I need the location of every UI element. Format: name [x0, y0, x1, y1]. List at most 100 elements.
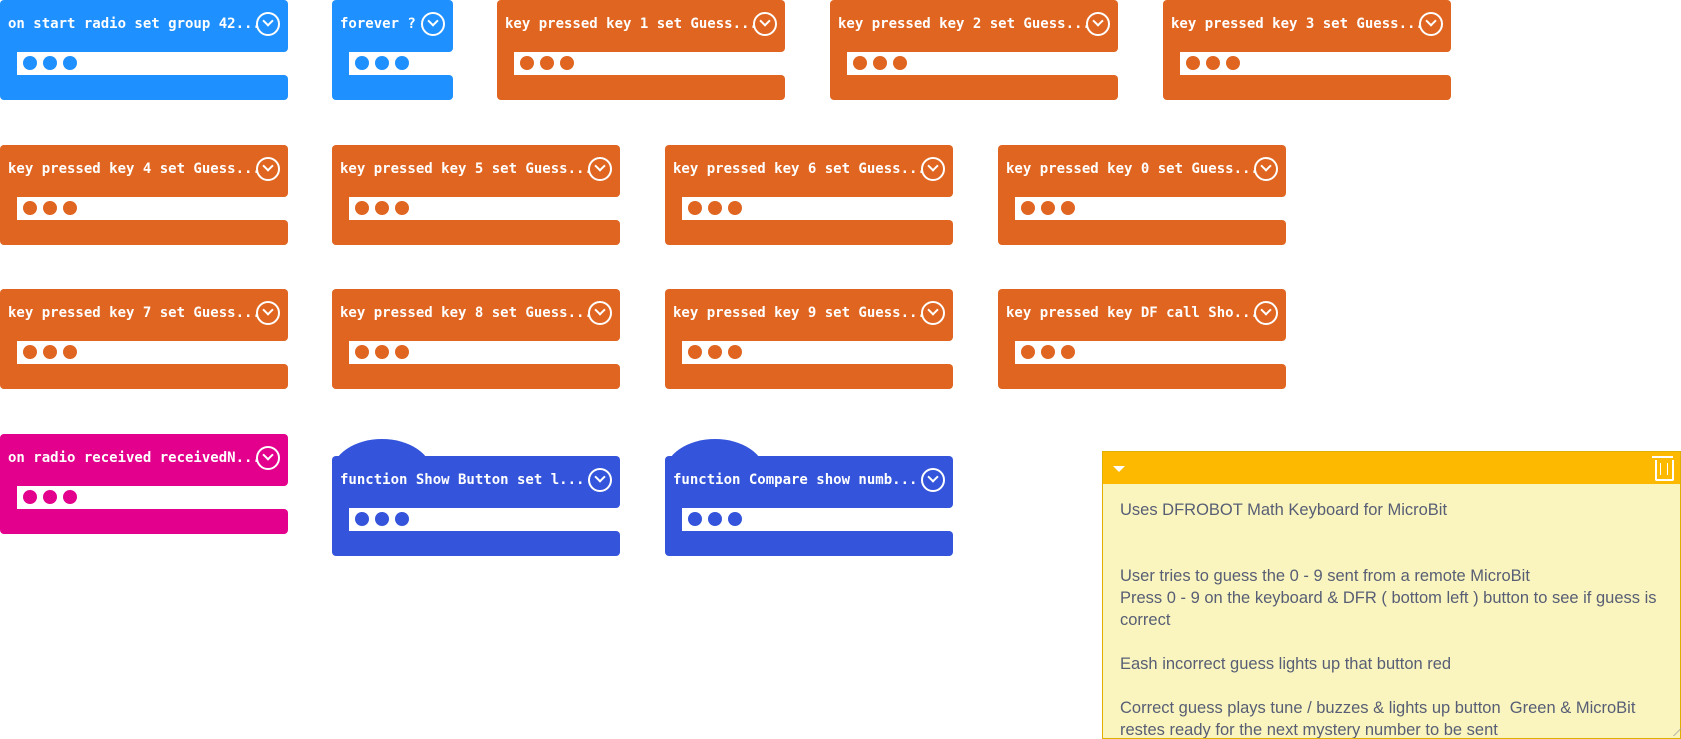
block-footer: [497, 75, 785, 100]
dot-icon: [1061, 201, 1075, 215]
block-side: [0, 339, 17, 366]
block-footer: [332, 364, 620, 389]
expand-chevron-icon[interactable]: [588, 157, 612, 181]
collapsed-dots[interactable]: [23, 490, 77, 504]
expand-chevron-icon[interactable]: [921, 157, 945, 181]
block-label: key pressed key 9 set Guess...: [673, 305, 926, 321]
block-side: [332, 50, 349, 77]
expand-chevron-icon[interactable]: [1419, 12, 1443, 36]
event-block[interactable]: key pressed key 3 set Guess...: [1163, 0, 1451, 100]
dot-icon: [375, 201, 389, 215]
dot-icon: [375, 345, 389, 359]
dot-icon: [560, 56, 574, 70]
collapsed-dots[interactable]: [355, 201, 409, 215]
collapsed-dots[interactable]: [23, 201, 77, 215]
block-side: [998, 339, 1015, 366]
block-footer: [0, 220, 288, 245]
collapsed-dots[interactable]: [520, 56, 574, 70]
block-label: key pressed key 6 set Guess...: [673, 161, 926, 177]
event-block[interactable]: key pressed key 8 set Guess...: [332, 289, 620, 389]
dot-icon: [375, 512, 389, 526]
collapse-triangle-icon[interactable]: [1113, 466, 1125, 472]
comment-text[interactable]: Uses DFROBOT Math Keyboard for MicroBit …: [1103, 485, 1680, 738]
expand-chevron-icon[interactable]: [588, 301, 612, 325]
expand-chevron-icon[interactable]: [921, 468, 945, 492]
expand-chevron-icon[interactable]: [256, 301, 280, 325]
block-footer: [0, 364, 288, 389]
dot-icon: [23, 490, 37, 504]
block-label: on start radio set group 42...: [8, 16, 261, 32]
block-footer: [998, 220, 1286, 245]
block-side: [665, 506, 682, 533]
collapsed-dots[interactable]: [853, 56, 907, 70]
event-block[interactable]: key pressed key 5 set Guess...: [332, 145, 620, 245]
block-footer: [0, 75, 288, 100]
event-block[interactable]: key pressed key 9 set Guess...: [665, 289, 953, 389]
expand-chevron-icon[interactable]: [753, 12, 777, 36]
dot-icon: [1206, 56, 1220, 70]
dot-icon: [395, 345, 409, 359]
expand-chevron-icon[interactable]: [421, 12, 445, 36]
collapsed-dots[interactable]: [23, 345, 77, 359]
block-label: forever ?: [340, 16, 416, 32]
dot-icon: [1041, 345, 1055, 359]
event-block[interactable]: forever ?: [332, 0, 453, 100]
block-footer: [998, 364, 1286, 389]
collapsed-dots[interactable]: [355, 56, 409, 70]
block-label: key pressed key 1 set Guess...: [505, 16, 758, 32]
expand-chevron-icon[interactable]: [256, 157, 280, 181]
function-block[interactable]: function Show Button set l...: [332, 439, 620, 556]
expand-chevron-icon[interactable]: [588, 468, 612, 492]
collapsed-dots[interactable]: [688, 345, 742, 359]
event-block[interactable]: key pressed key DF call Sho...: [998, 289, 1286, 389]
dot-icon: [1041, 201, 1055, 215]
event-block[interactable]: on radio received receivedN...: [0, 434, 288, 534]
dot-icon: [355, 345, 369, 359]
dot-icon: [520, 56, 534, 70]
expand-chevron-icon[interactable]: [256, 446, 280, 470]
dot-icon: [63, 345, 77, 359]
collapsed-dots[interactable]: [1021, 201, 1075, 215]
dot-icon: [1061, 345, 1075, 359]
dot-icon: [43, 56, 57, 70]
event-block[interactable]: key pressed key 7 set Guess...: [0, 289, 288, 389]
event-block[interactable]: key pressed key 4 set Guess...: [0, 145, 288, 245]
block-footer: [332, 75, 453, 100]
block-side: [665, 195, 682, 222]
collapsed-dots[interactable]: [23, 56, 77, 70]
trash-icon[interactable]: [1652, 456, 1674, 481]
block-side: [665, 339, 682, 366]
function-block[interactable]: function Compare show numb...: [665, 439, 953, 556]
block-label: key pressed key 2 set Guess...: [838, 16, 1091, 32]
dot-icon: [395, 201, 409, 215]
event-block[interactable]: key pressed key 0 set Guess...: [998, 145, 1286, 245]
block-side: [497, 50, 514, 77]
collapsed-dots[interactable]: [1186, 56, 1240, 70]
dot-icon: [43, 490, 57, 504]
collapsed-dots[interactable]: [355, 512, 409, 526]
dot-icon: [688, 512, 702, 526]
dot-icon: [395, 56, 409, 70]
block-side: [1163, 50, 1180, 77]
collapsed-dots[interactable]: [1021, 345, 1075, 359]
block-footer: [0, 509, 288, 534]
block-footer: [665, 220, 953, 245]
event-block[interactable]: key pressed key 2 set Guess...: [830, 0, 1118, 100]
collapsed-dots[interactable]: [688, 512, 742, 526]
expand-chevron-icon[interactable]: [256, 12, 280, 36]
workspace-comment[interactable]: Uses DFROBOT Math Keyboard for MicroBit …: [1102, 451, 1681, 739]
collapsed-dots[interactable]: [688, 201, 742, 215]
block-label: key pressed key 5 set Guess...: [340, 161, 593, 177]
event-block[interactable]: key pressed key 1 set Guess...: [497, 0, 785, 100]
block-side: [0, 484, 17, 511]
expand-chevron-icon[interactable]: [1254, 301, 1278, 325]
expand-chevron-icon[interactable]: [921, 301, 945, 325]
dot-icon: [873, 56, 887, 70]
collapsed-dots[interactable]: [355, 345, 409, 359]
expand-chevron-icon[interactable]: [1086, 12, 1110, 36]
dot-icon: [355, 512, 369, 526]
event-block[interactable]: key pressed key 6 set Guess...: [665, 145, 953, 245]
comment-header[interactable]: [1103, 452, 1680, 484]
event-block[interactable]: on start radio set group 42...: [0, 0, 288, 100]
expand-chevron-icon[interactable]: [1254, 157, 1278, 181]
